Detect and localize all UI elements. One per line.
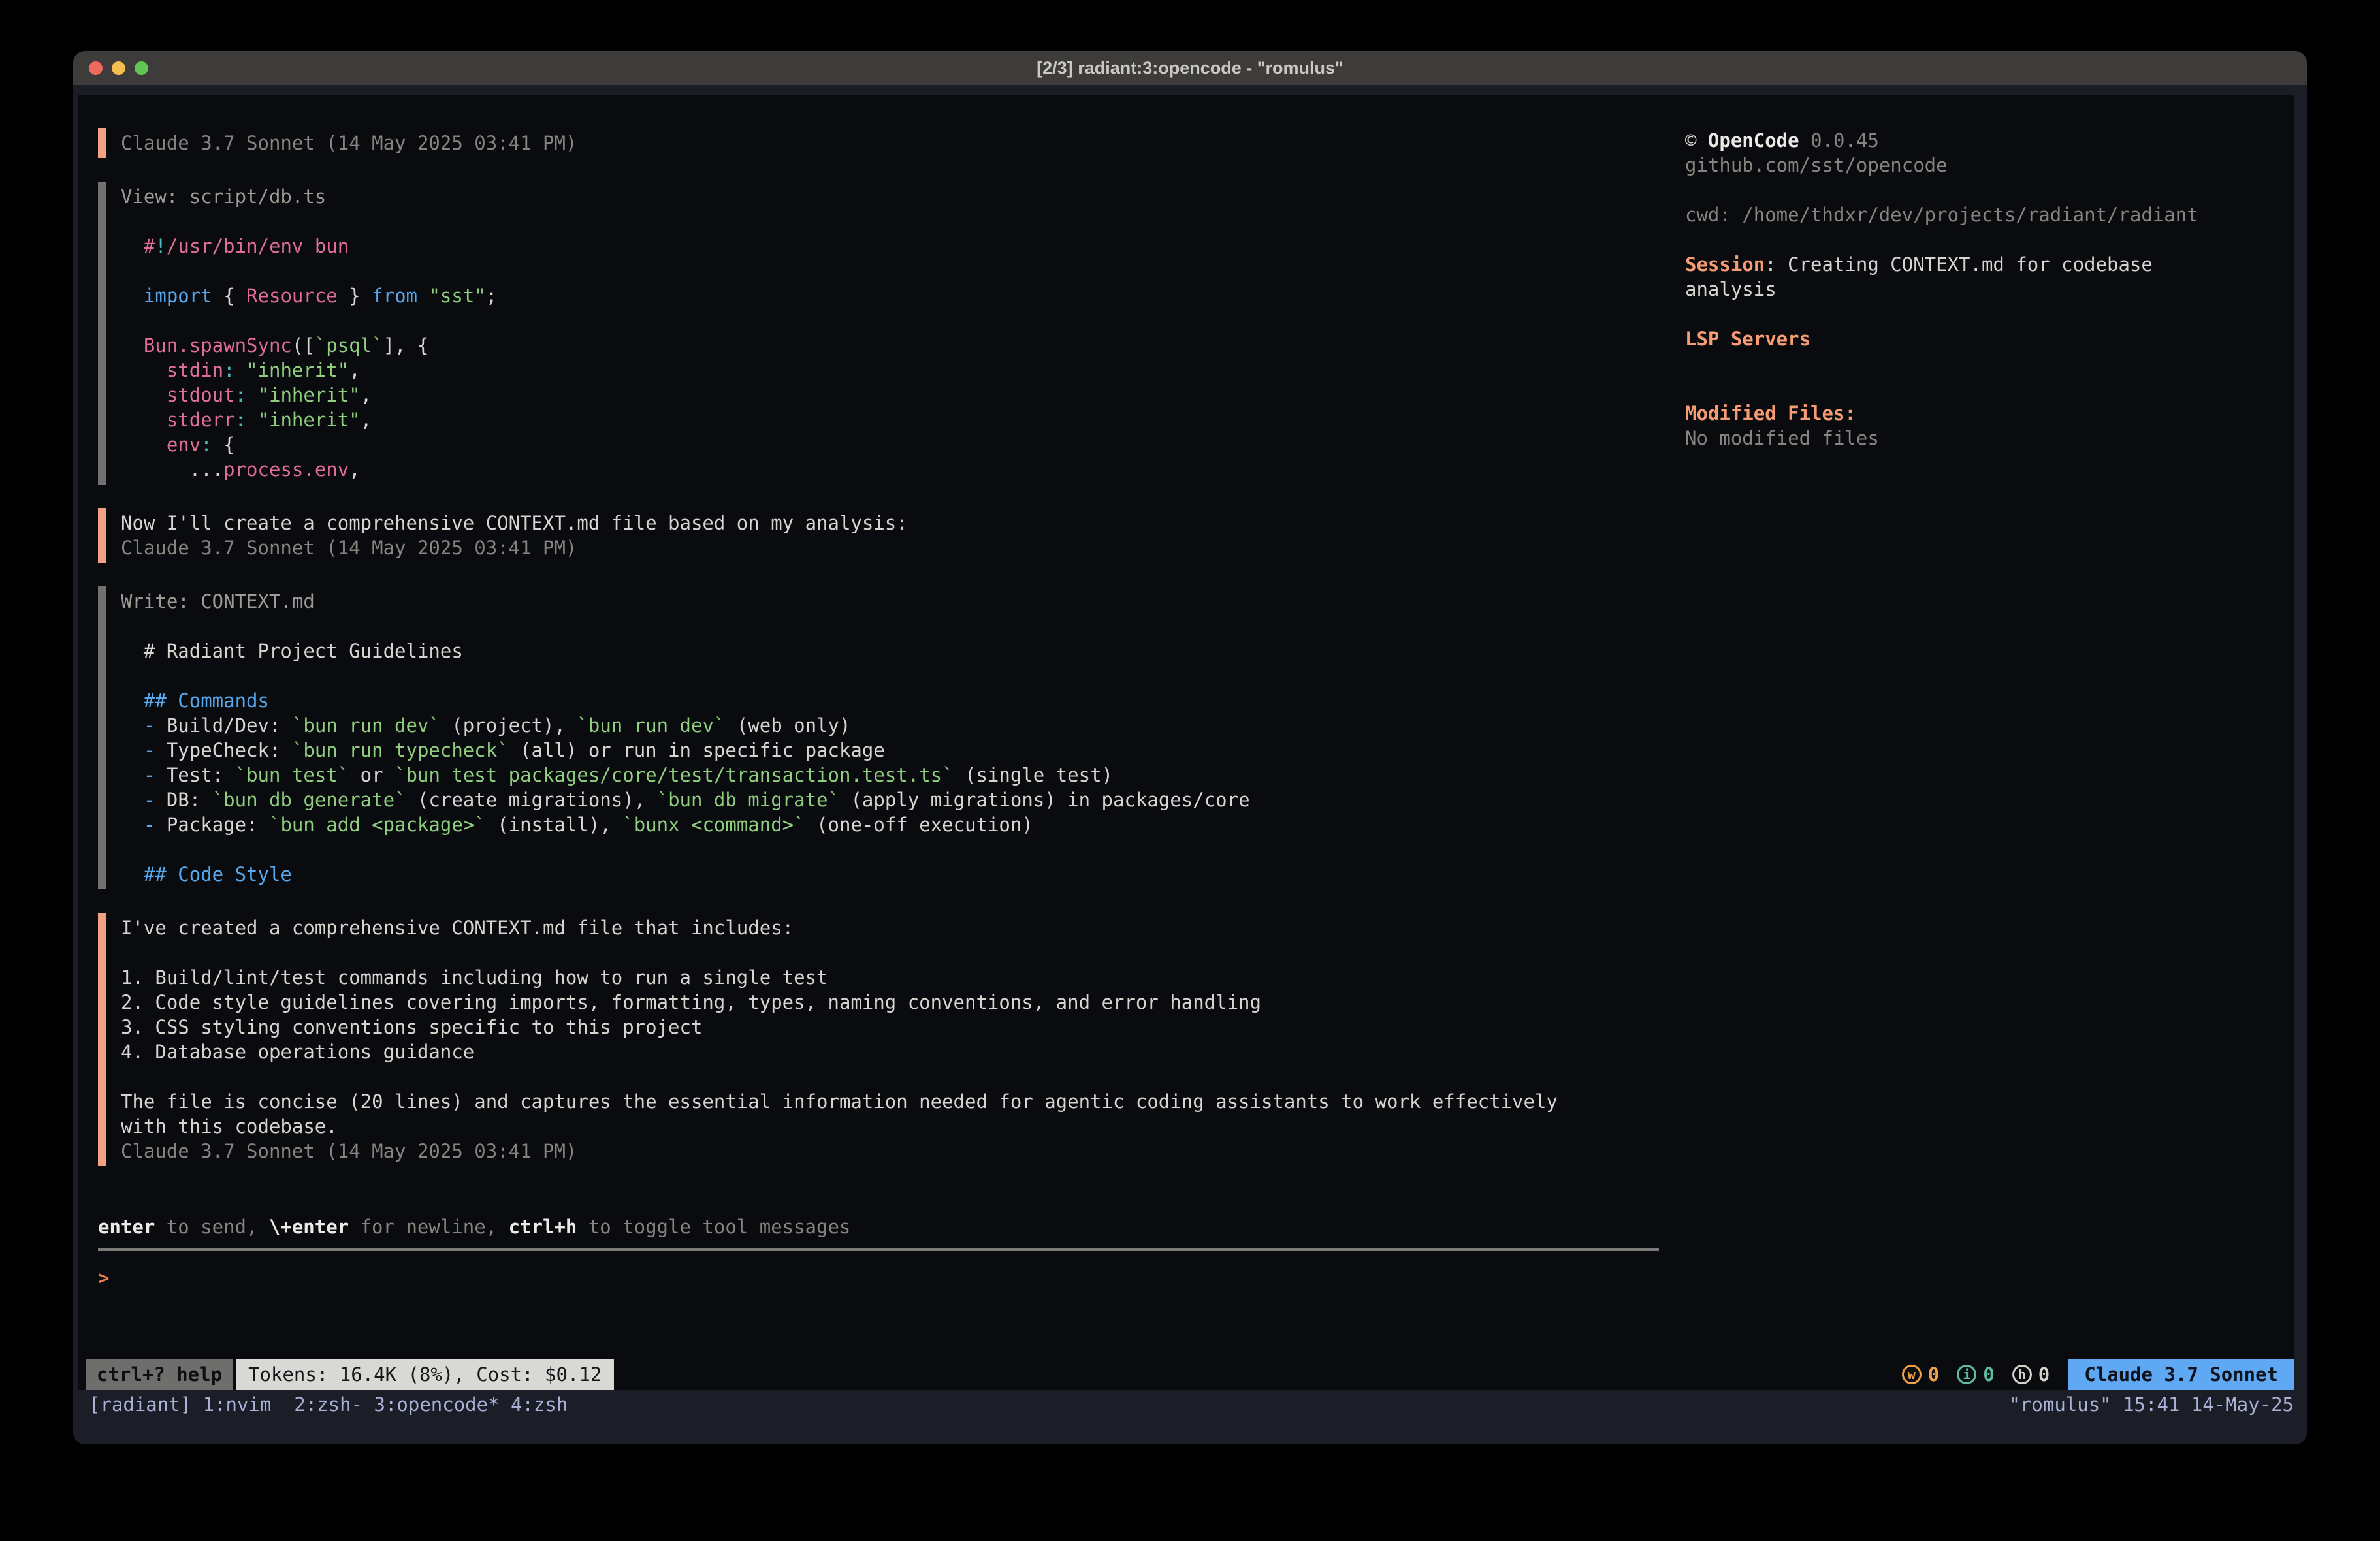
- text-line: Claude 3.7 Sonnet (14 May 2025 03:41 PM): [121, 131, 1685, 155]
- tmux-window-3[interactable]: 3:opencode*: [374, 1393, 499, 1416]
- tmux-session-name: [radiant]: [89, 1393, 191, 1416]
- sidebar: © OpenCode 0.0.45github.com/sst/opencode…: [1685, 95, 2294, 1359]
- text-line: stdout: "inherit",: [121, 383, 1685, 407]
- text-line: Session: Creating CONTEXT.md for codebas…: [1685, 252, 2294, 277]
- text-line: - TypeCheck: `bun run typecheck` (all) o…: [121, 738, 1685, 763]
- text-line: [1685, 351, 2294, 376]
- text-line: with this codebase.: [121, 1114, 1685, 1139]
- text-line: [121, 837, 1685, 862]
- text-line: [121, 663, 1685, 688]
- text-line: analysis: [1685, 277, 2294, 302]
- hint-icon: h: [2012, 1365, 2032, 1384]
- tmux-status-bar: [radiant] 1:nvim 2:zsh- 3:opencode* 4:zsh "r…: [73, 1390, 2307, 1444]
- help-shortcut: ctrl+? help: [86, 1359, 233, 1390]
- tmux-session-clock: "romulus" 15:41 14-May-25: [2009, 1391, 2294, 1418]
- text-line: [1685, 376, 2294, 401]
- keyboard-hints: enter to send, \+enter for newline, ctrl…: [98, 1215, 1659, 1239]
- text-line: 2. Code style guidelines covering import…: [121, 990, 1685, 1015]
- text-line: 4. Database operations guidance: [121, 1040, 1685, 1064]
- text-line: [121, 940, 1685, 965]
- maximize-button[interactable]: [135, 61, 148, 75]
- status-bar: ctrl+? help Tokens: 16.4K (8%), Cost: $0…: [86, 1359, 2294, 1390]
- hint-count: 0: [2038, 1363, 2050, 1386]
- text-line: Now I'll create a comprehensive CONTEXT.…: [121, 511, 1685, 535]
- assistant-message-2: I've created a comprehensive CONTEXT.md …: [98, 913, 1685, 1166]
- message-list: Claude 3.7 Sonnet (14 May 2025 03:41 PM)…: [98, 128, 1685, 1190]
- text-line: [1685, 178, 2294, 202]
- tmux-window-4[interactable]: 4:zsh: [511, 1393, 568, 1416]
- text-line: github.com/sst/opencode: [1685, 153, 2294, 178]
- text-line: Modified Files:: [1685, 401, 2294, 426]
- tmux-window-2[interactable]: 2:zsh-: [294, 1393, 362, 1416]
- traffic-lights: [89, 51, 148, 85]
- text-line: cwd: /home/thdxr/dev/projects/radiant/ra…: [1685, 202, 2294, 227]
- window-titlebar[interactable]: [2/3] radiant:3:opencode - "romulus": [73, 51, 2307, 85]
- text-line: - DB: `bun db generate` (create migratio…: [121, 787, 1685, 812]
- text-line: [121, 209, 1685, 234]
- text-line: enter to send, \+enter for newline, ctrl…: [98, 1215, 1659, 1239]
- tmux-window-list: [radiant] 1:nvim 2:zsh- 3:opencode* 4:zsh: [89, 1391, 579, 1418]
- diagnostics: w0i0h0: [1902, 1359, 2050, 1390]
- tmux-window-1[interactable]: 1:nvim: [203, 1393, 272, 1416]
- hint-diagnostic: h0: [2012, 1363, 2050, 1386]
- text-line: stderr: "inherit",: [121, 407, 1685, 432]
- terminal-window: [2/3] radiant:3:opencode - "romulus" Cla…: [73, 51, 2307, 1444]
- text-line: The file is concise (20 lines) and captu…: [121, 1089, 1685, 1114]
- text-line: [1685, 302, 2294, 326]
- warning-count: 0: [1928, 1363, 1939, 1386]
- text-line: env: {: [121, 432, 1685, 457]
- text-line: [121, 308, 1685, 333]
- text-line: 1. Build/lint/test commands including ho…: [121, 965, 1685, 990]
- tool-view-block: View: script/db.ts #!/usr/bin/env bun im…: [98, 182, 1685, 485]
- window-title: [2/3] radiant:3:opencode - "romulus": [1037, 58, 1343, 78]
- opencode-pane: Claude 3.7 Sonnet (14 May 2025 03:41 PM)…: [78, 95, 2294, 1390]
- info-icon: i: [1957, 1365, 1976, 1384]
- info-diagnostic: i0: [1957, 1363, 1994, 1386]
- text-line: ## Commands: [121, 688, 1685, 713]
- assistant-message-header: Claude 3.7 Sonnet (14 May 2025 03:41 PM): [98, 128, 1685, 158]
- text-line: ...process.env,: [121, 457, 1685, 482]
- text-line: # Radiant Project Guidelines: [121, 639, 1685, 663]
- text-line: #!/usr/bin/env bun: [121, 234, 1685, 259]
- status-spacer: [614, 1359, 1901, 1390]
- warning-icon: w: [1902, 1365, 1922, 1384]
- text-line: 3. CSS styling conventions specific to t…: [121, 1015, 1685, 1040]
- text-line: [1685, 227, 2294, 252]
- warning-diagnostic: w0: [1902, 1363, 1939, 1386]
- text-line: - Test: `bun test` or `bun test packages…: [121, 763, 1685, 787]
- assistant-message-1: Now I'll create a comprehensive CONTEXT.…: [98, 508, 1685, 563]
- text-line: stdin: "inherit",: [121, 358, 1685, 383]
- close-button[interactable]: [89, 61, 103, 75]
- text-line: View: script/db.ts: [121, 184, 1685, 209]
- tool-write-block: Write: CONTEXT.md # Radiant Project Guid…: [98, 586, 1685, 889]
- text-line: Bun.spawnSync([`psql`], {: [121, 333, 1685, 358]
- prompt-input[interactable]: >: [98, 1248, 1659, 1359]
- text-line: [121, 1064, 1685, 1089]
- text-line: Write: CONTEXT.md: [121, 589, 1685, 614]
- text-line: [121, 614, 1685, 639]
- terminal-content: Claude 3.7 Sonnet (14 May 2025 03:41 PM)…: [73, 85, 2307, 1444]
- input-area: enter to send, \+enter for newline, ctrl…: [98, 1215, 1659, 1359]
- info-count: 0: [1983, 1363, 1994, 1386]
- text-line: I've created a comprehensive CONTEXT.md …: [121, 915, 1685, 940]
- tokens-cost: Tokens: 16.4K (8%), Cost: $0.12: [236, 1359, 614, 1390]
- chat-column: Claude 3.7 Sonnet (14 May 2025 03:41 PM)…: [78, 95, 1685, 1359]
- text-line: ## Code Style: [121, 862, 1685, 887]
- text-line: Claude 3.7 Sonnet (14 May 2025 03:41 PM): [121, 535, 1685, 560]
- text-line: - Build/Dev: `bun run dev` (project), `b…: [121, 713, 1685, 738]
- text-line: © OpenCode 0.0.45: [1685, 128, 2294, 153]
- text-line: LSP Servers: [1685, 326, 2294, 351]
- text-line: - Package: `bun add <package>` (install)…: [121, 812, 1685, 837]
- text-line: Claude 3.7 Sonnet (14 May 2025 03:41 PM): [121, 1139, 1685, 1164]
- text-line: import { Resource } from "sst";: [121, 283, 1685, 308]
- prompt-chevron-icon: >: [98, 1267, 109, 1289]
- text-line: No modified files: [1685, 426, 2294, 451]
- minimize-button[interactable]: [112, 61, 125, 75]
- model-badge[interactable]: Claude 3.7 Sonnet: [2068, 1359, 2294, 1390]
- text-line: [121, 259, 1685, 283]
